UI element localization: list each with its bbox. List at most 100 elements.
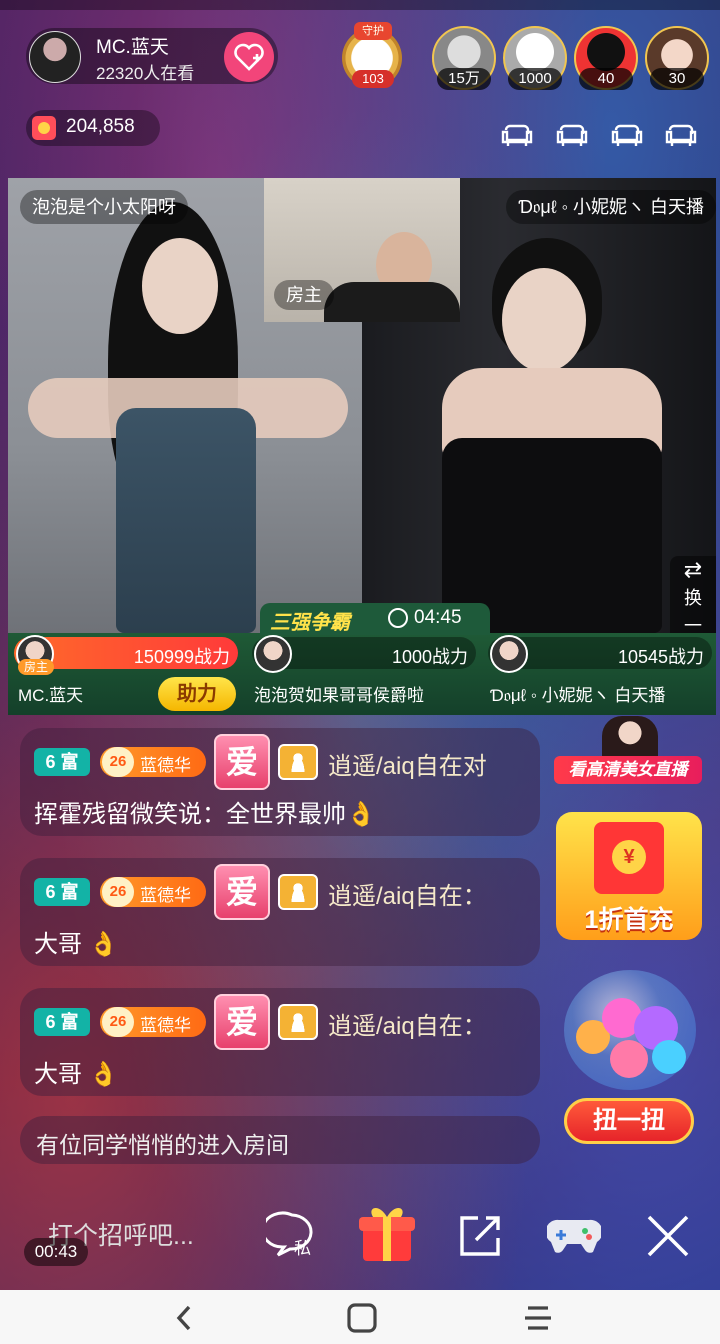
fan-avatar-3[interactable]: 40 [574,26,638,90]
hd-live-promo[interactable]: 看高清美女直播 [552,716,706,786]
chat-message[interactable]: 6 富 26 蓝德华 爱 逍遥/aiq自在： 大哥 👌 [20,858,540,966]
home-button[interactable] [342,1300,382,1336]
team-name: Ɗ𝔬μℓ ◦ 小妮妮ヽ 白天播 [490,686,666,705]
fan-club-name: 蓝德华 [140,886,191,905]
gacha-ball [610,1040,648,1078]
chat-message[interactable]: 6 富 26 蓝德华 爱 逍遥/aiq自在： 大哥 👌 [20,988,540,1096]
menu-icon [525,1306,551,1330]
fan-club-badge: 26 蓝德华 [100,747,206,777]
back-button[interactable] [164,1300,204,1336]
chat-message[interactable]: 6 富 26 蓝德华 爱 逍遥/aiq自在对 挥霍残留微笑说：全世界最帅👌 [20,728,540,836]
chat-username[interactable]: 逍遥/aiq自在： [328,1006,487,1041]
yuan-symbol: ¥ [612,840,646,874]
fan-count: 15万 [437,68,491,90]
host-pip-video[interactable]: 房主 [264,178,460,322]
guard-badge[interactable]: 守护 103 [336,22,410,92]
system-message-text: 有位同学悄悄的进入房间 [36,1132,289,1158]
fan-club-badge: 26 蓝德华 [100,877,206,907]
team-name: MC.蓝天 [18,686,84,705]
team-avatar[interactable] [254,635,292,673]
battle-team-2[interactable]: 1000战力 泡泡贺如果哥哥侯爵啦 [246,633,482,715]
system-nav-bar [0,1290,720,1344]
figure-dress [116,408,256,633]
battle-team-1[interactable]: 150999战力 房主 MC.蓝天 助力 [8,633,244,715]
coin-icon [32,116,56,140]
hd-promo-label: 看高清美女直播 [554,756,702,784]
user-icon [278,744,318,780]
fan-count: 30 [650,68,704,90]
fan-avatar-2[interactable]: 1000 [503,26,567,90]
clock-icon [388,608,408,628]
close-icon [647,1215,689,1257]
chat-text: 大哥 👌 [34,1061,119,1088]
team-name: 泡泡贺如果哥哥侯爵啦 [254,686,424,705]
fan-club-badge: 26 蓝德华 [100,1007,206,1037]
team-avatar[interactable] [490,635,528,673]
red-envelope-icon: ¥ [594,822,664,894]
recharge-label: 1折首充 [584,906,674,934]
chat-text: 大哥 👌 [34,931,119,958]
seat-icon[interactable] [610,118,644,148]
fan-club-name: 蓝德华 [140,756,191,775]
power-value: 150999战力 [133,647,230,667]
close-button[interactable] [640,1208,696,1264]
love-badge: 爱 [214,864,270,920]
fan-count: 1000 [508,68,562,90]
fan-level: 26 [102,1007,134,1037]
seat-icon[interactable] [500,118,534,148]
seat-icon[interactable] [555,118,589,148]
gacha-promo[interactable]: 扭一扭 [560,970,700,1152]
fan-avatar-4[interactable]: 30 [645,26,709,90]
follow-button[interactable] [224,32,274,82]
figure-body [324,282,460,322]
power-value: 10545战力 [617,647,704,667]
coin-balance[interactable]: 204,858 [26,110,160,146]
figure-face [142,238,218,334]
guard-label: 守护 [354,22,392,40]
host-avatar[interactable] [29,31,81,83]
assist-button[interactable]: 助力 [158,677,236,711]
fan-count: 40 [579,68,633,90]
user-icon [278,874,318,910]
private-message-button[interactable]: 私 [264,1208,320,1264]
viewer-count: 22320人在看 [96,64,195,83]
gacha-ball [652,1040,686,1074]
chat-username[interactable]: 逍遥/aiq自在： [328,876,487,911]
private-label: 私 [294,1239,311,1258]
power-value: 1000战力 [391,647,468,667]
gacha-machine-icon [564,970,696,1090]
wealth-level-badge: 6 富 [34,878,90,906]
coin-value: 204,858 [66,116,135,137]
host-name: MC.蓝天 [96,37,169,58]
share-button[interactable] [452,1208,508,1264]
seat-icon[interactable] [664,118,698,148]
battle-timer: 04:45 [414,607,462,628]
game-button[interactable] [544,1208,604,1264]
figure-face [502,268,586,372]
fan-level: 26 [102,877,134,907]
guard-count: 103 [352,70,394,88]
love-badge: 爱 [214,734,270,790]
heart-plus-icon [234,43,264,71]
home-icon [347,1303,377,1333]
swap-icon: ⇄ [683,557,703,582]
gacha-button[interactable]: 扭一扭 [564,1098,694,1144]
battle-bar: 三强争霸 04:45 150999战力 房主 MC.蓝天 助力 1000战力 泡… [8,603,718,715]
chat-username[interactable]: 逍遥/aiq自在对 [328,746,487,781]
wealth-level-badge: 6 富 [34,748,90,776]
fan-club-name: 蓝德华 [140,1016,191,1035]
fan-avatar-1[interactable]: 15万 [432,26,496,90]
promo-figure [602,716,658,758]
fan-level: 26 [102,747,134,777]
video-area[interactable]: 泡泡是个小太阳呀 Ɗ𝔬μℓ ◦ 小妮妮ヽ 白天播 房主 [8,178,716,633]
pip-label: 房主 [274,280,334,310]
gift-button[interactable] [356,1200,418,1264]
host-info[interactable]: MC.蓝天 22320人在看 [26,28,278,84]
menu-button[interactable] [518,1300,558,1336]
back-icon [176,1305,191,1331]
gamepad-icon [547,1219,601,1253]
battle-team-3[interactable]: 10545战力 Ɗ𝔬μℓ ◦ 小妮妮ヽ 白天播 [482,633,718,715]
status-bar [0,0,720,10]
first-recharge-promo[interactable]: ¥ 1折首充 [556,812,702,940]
wealth-level-badge: 6 富 [34,1008,90,1036]
